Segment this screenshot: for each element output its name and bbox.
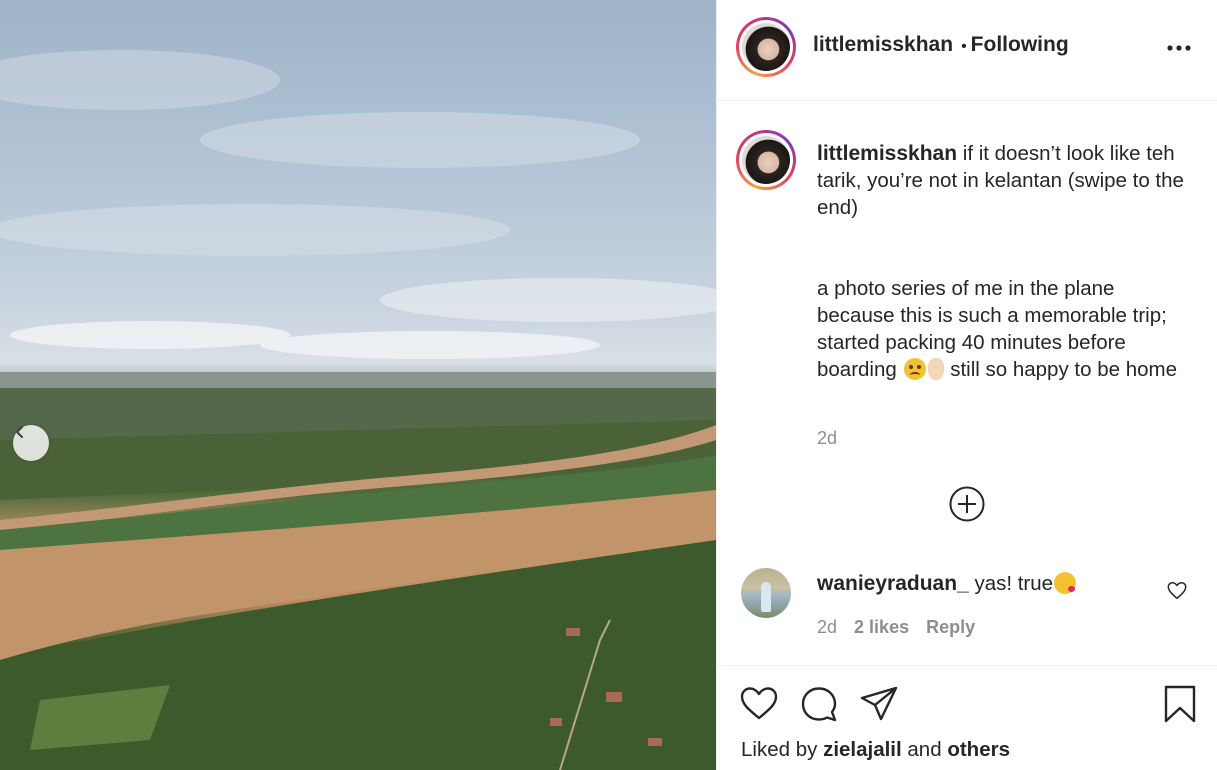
post-actions: Liked by zielajalil and others [717,665,1217,770]
heart-icon [1167,582,1187,600]
comment-text: yas! true [974,572,1054,595]
paper-plane-icon [860,686,898,721]
comment-button[interactable] [799,684,839,724]
victory-hand-emoji-icon [927,358,944,380]
caption-username[interactable]: littlemisskhan [817,142,957,165]
plus-circle-icon [949,486,985,522]
author-username[interactable]: littlemisskhan [813,33,953,56]
caption-text: littlemisskhan if it doesn’t look like t… [817,140,1187,383]
sad-face-emoji-icon [903,358,926,380]
kissing-face-emoji-icon [1054,572,1077,594]
follow-separator: • [961,38,967,55]
following-button[interactable]: Following [971,33,1069,56]
comment-likes[interactable]: 2 likes [854,617,909,637]
like-button[interactable] [739,684,779,724]
heart-icon [740,687,778,720]
more-horizontal-icon [1167,45,1191,51]
bookmark-icon [1164,685,1196,723]
comment-meta: 2d 2 likes Reply [817,617,987,638]
liked-by-and: and [907,738,942,761]
author-avatar[interactable] [736,17,796,77]
commenter-avatar[interactable] [741,568,791,618]
more-options-button[interactable] [1164,33,1194,63]
comment-time[interactable]: 2d [817,617,837,637]
chevron-left-icon [15,425,24,439]
comment-body: wanieyraduan_ yas! true [817,572,1077,596]
previous-photo-button[interactable] [13,425,49,461]
liked-by-others[interactable]: others [947,738,1010,761]
post-details-panel: littlemisskhan • Following littlemisskhan … [716,0,1217,770]
comment-like-button[interactable] [1166,580,1188,602]
save-button[interactable] [1160,684,1200,724]
header-user-info: littlemisskhan • Following [813,33,1069,57]
caption-author-avatar[interactable] [736,130,796,190]
reply-button[interactable]: Reply [926,617,975,637]
speech-bubble-icon [801,687,837,722]
share-button[interactable] [859,684,899,724]
commenter-username[interactable]: wanieyraduan_ [817,572,969,595]
aerial-landscape-image [0,50,716,770]
liked-by-prefix: Liked by [741,738,818,761]
load-more-comments-button[interactable] [948,485,986,523]
post-header: littlemisskhan • Following [717,0,1217,101]
liked-by-summary: Liked by zielajalil and others [741,738,1010,762]
post-photo[interactable] [0,0,716,770]
caption-line-2-end: still so happy to be home [950,358,1177,381]
liked-by-user[interactable]: zielajalil [823,738,902,761]
caption-timestamp[interactable]: 2d [817,428,837,449]
